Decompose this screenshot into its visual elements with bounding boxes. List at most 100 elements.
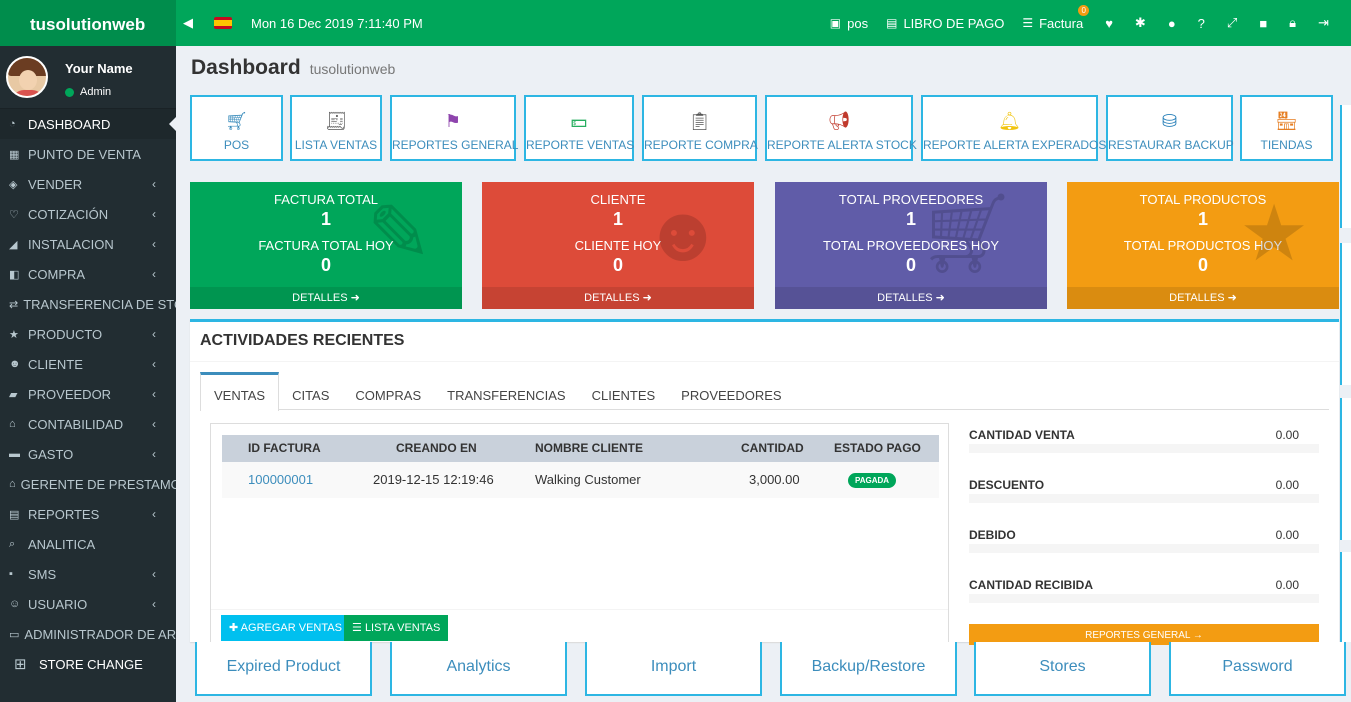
star-icon: ★ [1239,189,1309,277]
chevron-left-icon: ‹ [152,177,156,191]
store-icon: 🏪︎ [1275,111,1298,131]
stat-details-link[interactable]: DETALLES ➜ [1067,287,1339,309]
spain-flag-icon[interactable] [214,17,232,29]
logout-icon[interactable]: ⇥ [1318,15,1329,31]
chevron-left-icon: ‹ [152,387,156,401]
nav-pos[interactable]: ▣ pos [830,16,868,31]
chevron-left-icon: ‹ [152,327,156,341]
sidebar-item-label: ADMINISTRADOR DE ARCHIVOS [24,626,176,642]
analytics-button[interactable]: Analytics [390,642,567,696]
sidebar-item-usuario[interactable]: ☺ USUARIO ‹ [0,589,176,619]
fullscreen-icon[interactable]: ⤢ [1227,15,1237,31]
tab-transferencias[interactable]: TRANSFERENCIAS [434,372,578,410]
sidebar-item-transferencia[interactable]: ⇄ TRANSFERENCIA DE STOCK [0,289,176,319]
tab-ventas[interactable]: VENTAS [200,372,280,411]
column-header: CREANDO EN [396,441,477,455]
store-change[interactable]: ⊞ STORE CHANGE [0,649,176,679]
user-status: Admin [65,86,111,98]
stat-details-link[interactable]: DETALLES ➜ [482,287,754,309]
sidebar-menu: ◔ DASHBOARD ▦ PUNTO DE VENTA ◈ VENDER ‹ ♡ COT… [0,109,176,679]
sidebar-item-label: PROVEEDOR [28,386,112,402]
sidebar-toggle-icon[interactable]: ◀ [176,15,200,31]
sidebar-item-cliente[interactable]: ☻ CLIENTE ‹ [0,349,176,379]
home-icon: ⌂ [9,478,16,490]
stat-details-link[interactable]: DETALLES ➜ [190,287,462,309]
sidebar-item-instalacion[interactable]: ◢ INSTALACION ‹ [0,229,176,259]
quick-reporte-compra[interactable]: 📋︎ REPORTE COMPRA [642,95,758,161]
expired-product-button[interactable]: Expired Product [195,642,372,696]
sidebar-item-label: GERENTE DE PRESTAMO [20,476,176,492]
sidebar-item-proveedor[interactable]: ▰ PROVEEDOR ‹ [0,379,176,409]
quick-pos[interactable]: 🛒︎ POS [190,95,283,161]
invoice-id-link[interactable]: 100000001 [248,462,313,498]
stores-button[interactable]: Stores [974,642,1151,696]
minus-icon: ▬ [9,448,20,460]
list-sales-button[interactable]: ☰ LISTA VENTAS [344,615,449,641]
bell-icon: 🔔︎ [998,111,1021,131]
window-icon[interactable]: ■ [1259,16,1267,31]
alert-icon[interactable]: ● [1168,16,1176,31]
sidebar-item-producto[interactable]: ★ PRODUCTO ‹ [0,319,176,349]
quick-reporte-alerta-experados[interactable]: 🔔︎ REPORTE ALERTA EXPERADOS [921,95,1106,161]
sidebar-item-cotizacion[interactable]: ♡ COTIZACIÓN ‹ [0,199,176,229]
sidebar-item-label: REPORTES [28,506,100,522]
nav-factura[interactable]: ☰ Factura 0 [1022,4,1090,31]
sidebar-item-gerente-de-prestamo[interactable]: ⌂ GERENTE DE PRESTAMO [0,469,176,499]
sidebar-item-dashboard[interactable]: ◔ DASHBOARD [0,109,176,139]
tab-clientes[interactable]: CLIENTES [579,372,669,410]
cart-icon: 🛒︎ [225,111,248,131]
page-header: Dashboard tusolutionweb [191,56,395,80]
help-icon[interactable]: ? [1198,16,1205,31]
store-change-label: STORE CHANGE [39,656,143,672]
tab-proveedores[interactable]: PROVEEDORES [668,372,794,410]
brand-logo[interactable]: tusolutionweb [0,0,176,46]
sidebar-item-analitica[interactable]: ⌕ ANALITICA [0,529,176,559]
column-header: NOMBRE CLIENTE [535,441,643,455]
sidebar-item-label: PRODUCTO [28,326,103,342]
import-button[interactable]: Import [585,642,762,696]
sidebar-item-punto-de-venta[interactable]: ▦ PUNTO DE VENTA [0,139,176,169]
sidebar-item-label: DASHBOARD [28,116,111,132]
quick-tiendas[interactable]: 🏪︎ TIENDAS [1240,95,1333,161]
users-icon: ☻ [9,358,21,370]
sidebar-item-gasto[interactable]: ▬ GASTO ‹ [0,439,176,469]
database-icon: ⛁ [1161,111,1178,131]
backup-restore-button[interactable]: Backup/Restore [780,642,957,696]
tab-compras[interactable]: COMPRAS [342,372,434,410]
header-datetime: Mon 16 Dec 2019 7:11:40 PM [251,15,423,31]
nav-libro-de-pago[interactable]: ▤ LIBRO DE PAGO [886,16,1004,31]
quick-label: POS [223,138,250,152]
quick-lista-ventas[interactable]: 🧾︎ LISTA VENTAS [290,95,382,161]
row-client: Walking Customer [535,472,641,487]
quick-reporte-ventas[interactable]: 💵︎ REPORTE VENTAS [524,95,634,161]
add-sales-button[interactable]: ✚ AGREGAR VENTAS [221,615,350,641]
megaphone-icon: 📢︎ [827,111,851,131]
lock-icon[interactable]: 🔒︎ [1289,15,1296,31]
clipboard-icon: 📋︎ [688,111,711,131]
column-header: ID FACTURA [248,441,321,455]
heart-icon[interactable]: ♥ [1105,16,1113,31]
quick-reportes-general[interactable]: ⚑ REPORTES GENERAL [390,95,518,161]
details-label: DETALLES [584,292,640,304]
activity-title: ACTIVIDADES RECIENTES [190,322,1339,362]
sidebar-item-vender[interactable]: ◈ VENDER ‹ [0,169,176,199]
quick-reporte-alerta-stock[interactable]: 📢︎ REPORTE ALERTA STOCK [765,95,917,161]
row-amount: 3,000.00 [749,472,800,487]
chevron-left-icon: ‹ [152,597,156,611]
tab-citas[interactable]: CITAS [279,372,342,410]
sidebar-item-reportes[interactable]: ▤ REPORTES ‹ [0,499,176,529]
sidebar-item-administrador-de-archivos[interactable]: ▭ ADMINISTRADOR DE ARCHIVOS [0,619,176,649]
sidebar-item-sms[interactable]: ▪ SMS ‹ [0,559,176,589]
factura-badge: 0 [1078,4,1090,16]
sidebar-item-compra[interactable]: ◧ COMPRA ‹ [0,259,176,289]
bank-icon: ⌂ [9,418,16,430]
gear-icon[interactable]: ✱ [1135,15,1146,31]
stat-details-link[interactable]: DETALLES ➜ [775,287,1047,309]
sidebar-item-label: INSTALACION [28,236,114,252]
quick-restaurar-backup[interactable]: ⛁ RESTAURAR BACKUP [1106,95,1234,161]
list-sales-label: LISTA VENTAS [364,622,441,634]
pos-icon: ▦ [9,148,20,161]
password-button[interactable]: Password [1169,642,1346,696]
list-icon: ☰ [352,622,362,634]
sidebar-item-contabilidad[interactable]: ⌂ CONTABILIDAD ‹ [0,409,176,439]
